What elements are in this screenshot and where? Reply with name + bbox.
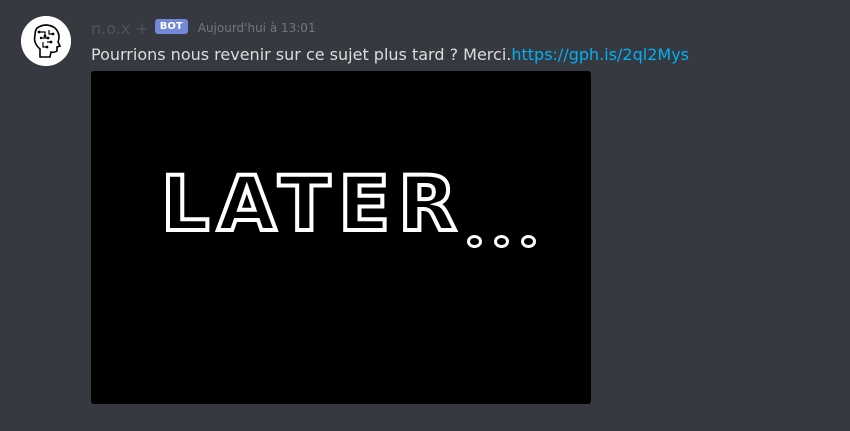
chat-message: n.o.x + BOT Aujourd'hui à 13:01 Pourrion…: [0, 0, 850, 431]
message-link[interactable]: https://gph.is/2ql2Mys: [511, 45, 689, 64]
message-content: Pourrions nous revenir sur ce sujet plus…: [91, 44, 689, 66]
ellipsis-dot: [467, 235, 482, 248]
timestamp: Aujourd'hui à 13:01: [197, 21, 316, 35]
ellipsis-dot: [521, 235, 536, 248]
message-header: n.o.x + BOT Aujourd'hui à 13:01: [91, 17, 316, 39]
gif-later-text: LATER: [159, 159, 465, 248]
avatar[interactable]: [21, 16, 71, 66]
message-text: Pourrions nous revenir sur ce sujet plus…: [91, 45, 512, 64]
robot-head-avatar-icon: [21, 16, 71, 66]
bot-tag: BOT: [154, 18, 188, 34]
username[interactable]: n.o.x +: [91, 19, 149, 38]
gif-ellipsis: [467, 235, 536, 248]
ellipsis-dot: [494, 235, 509, 248]
gif-embed[interactable]: LATER: [91, 71, 591, 404]
